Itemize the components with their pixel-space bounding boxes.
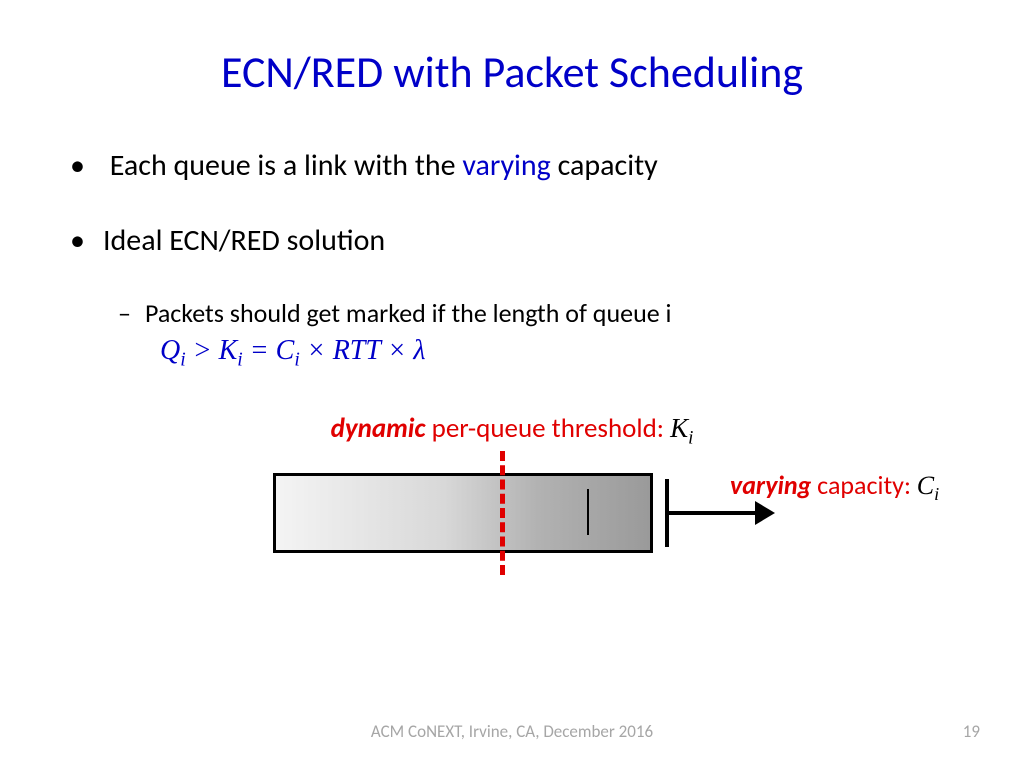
f-eq: = [243,335,276,366]
cap-Ki: i [688,427,693,448]
cap-mid: per-queue threshold: [426,412,671,445]
b1-hl: varying [462,147,550,184]
cap-bold: dynamic [331,412,426,445]
f-t2: × [380,335,413,366]
bullet-2-sub: Packets should get marked if the length … [118,297,954,329]
queue-diagram: varying capacity: Ci [265,461,965,601]
threshold-line [500,451,505,575]
page-number: 19 [963,721,980,742]
slide: ECN/RED with Packet Scheduling Each queu… [0,0,1024,768]
arrow-line [667,511,762,515]
bullet-2: Ideal ECN/RED solution [70,222,954,259]
bullet-list: Each queue is a link with the varying ca… [70,147,954,329]
cl-mid: capacity: [811,469,917,501]
b1-post: capacity [551,147,658,184]
threshold-caption: dynamic per-queue threshold: Ki [70,412,954,449]
bullet-1: Each queue is a link with the varying ca… [70,147,954,184]
capacity-label: varying capacity: Ci [730,469,939,505]
f-RTT: RTT [333,335,381,366]
f-Q: Q [160,335,180,366]
queue-box [273,473,653,553]
b1-pre: Each queue is a link with the [110,147,463,184]
f-gt: > [186,335,219,366]
f-K: K [219,335,238,366]
cl-bold: varying [730,469,811,501]
cl-Ci: i [934,484,939,504]
f-C: C [276,335,295,366]
slide-title: ECN/RED with Packet Scheduling [70,45,954,99]
footer-text: ACM CoNEXT, Irvine, CA, December 2016 [0,721,1024,742]
formula: Qi > Ki = Ci × RTT × λ [160,335,954,372]
queue-tick [587,489,589,535]
cap-K: K [670,413,688,443]
f-t1: × [300,335,333,366]
cl-C: C [917,471,934,500]
f-lambda: λ [413,335,425,366]
